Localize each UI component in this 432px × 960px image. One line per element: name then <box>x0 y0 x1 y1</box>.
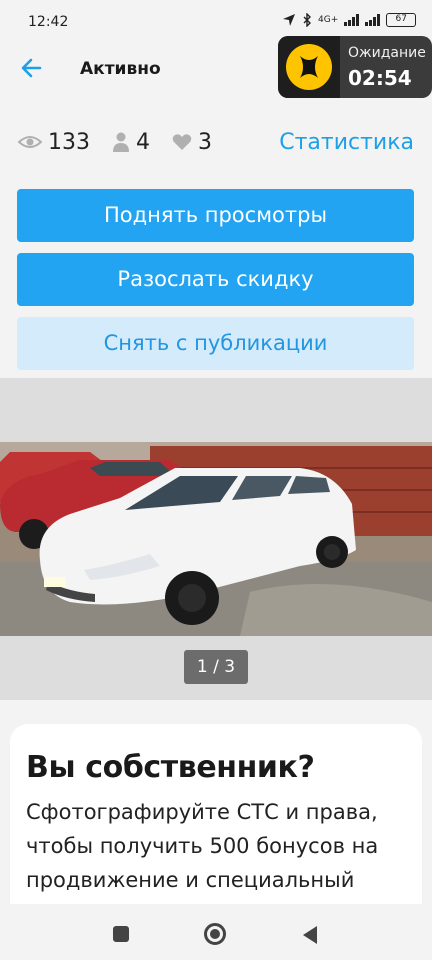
signal-icon-2 <box>365 14 381 26</box>
status-bar: 12:42 4G+ 67 <box>0 0 432 40</box>
likes-stat: 3 <box>172 130 212 155</box>
timer-label: Ожидание <box>348 45 426 61</box>
photo-gallery[interactable]: 1 / 3 <box>0 378 432 700</box>
eye-icon <box>18 136 42 148</box>
recents-icon[interactable] <box>113 926 129 942</box>
unpublish-button[interactable]: Снять с публикации <box>17 317 414 370</box>
views-count: 133 <box>48 129 90 155</box>
owner-card-title: Вы собственник? <box>26 750 315 785</box>
likes-count: 3 <box>198 129 212 155</box>
status-time: 12:42 <box>28 14 69 30</box>
signal-icon <box>344 14 360 26</box>
users-count: 4 <box>136 129 150 155</box>
users-stat: 4 <box>112 130 150 155</box>
nav-back-icon[interactable] <box>303 926 317 944</box>
bluetooth-icon <box>303 13 311 27</box>
car-photo[interactable] <box>0 442 432 636</box>
views-stat: 133 <box>18 130 90 155</box>
app-logo <box>278 36 340 98</box>
person-icon <box>113 132 129 152</box>
timer-value: 02:54 <box>348 66 412 90</box>
photo-counter: 1 / 3 <box>184 650 248 684</box>
back-arrow-icon[interactable] <box>18 54 46 82</box>
status-icons: 4G+ 67 <box>282 13 417 27</box>
heart-icon <box>172 134 192 150</box>
network-type: 4G+ <box>318 15 339 25</box>
battery-icon: 67 <box>386 13 417 27</box>
page-title: Активно <box>80 59 161 79</box>
location-icon <box>283 14 295 26</box>
owner-card-text: Сфотографируйте СТС и права, чтобы получ… <box>26 800 379 892</box>
boost-views-button[interactable]: Поднять просмотры <box>17 189 414 242</box>
send-discount-button[interactable]: Разослать скидку <box>17 253 414 306</box>
stats-row: 133 4 3 Статистика <box>18 126 414 158</box>
system-nav-bar <box>0 904 432 960</box>
home-icon[interactable] <box>204 923 226 945</box>
logo-cross-icon <box>300 56 318 78</box>
waiting-timer[interactable]: Ожидание 02:54 <box>278 36 432 98</box>
statistics-link[interactable]: Статистика <box>279 130 414 155</box>
